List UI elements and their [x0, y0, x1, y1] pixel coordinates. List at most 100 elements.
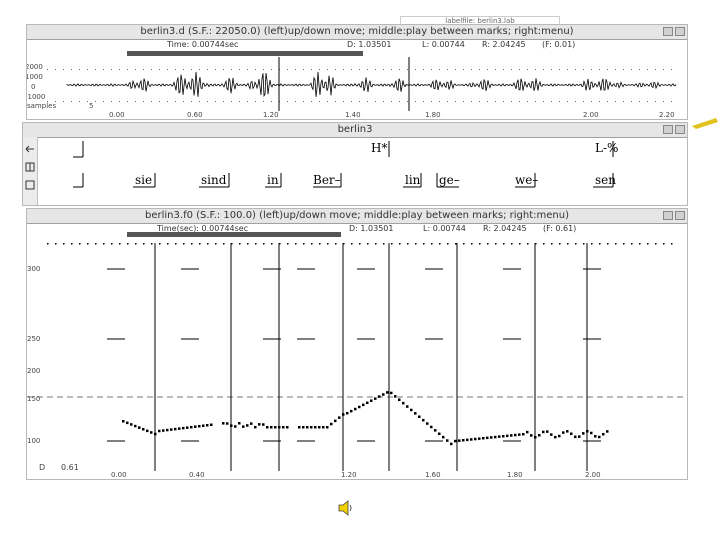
f0-point	[466, 438, 469, 442]
f0-grid-dot	[247, 243, 249, 245]
syllable-label[interactable]: Ber–	[313, 173, 341, 187]
waveform-grid-dot	[607, 101, 608, 102]
f0-point	[126, 421, 129, 425]
f0-point	[354, 407, 357, 411]
waveform-grid-dot	[295, 101, 296, 102]
f0-top-dots	[47, 243, 673, 245]
waveform-grid-dot	[135, 69, 136, 70]
f0-point	[598, 435, 601, 439]
waveform-grid-dot	[255, 101, 256, 102]
f0-point	[442, 435, 445, 439]
waveform-grid-dot	[407, 69, 408, 70]
waveform-grid-dot	[311, 69, 312, 70]
waveform-grid-dot	[471, 101, 472, 102]
f0-point	[458, 439, 461, 442]
tone-label[interactable]: H*	[371, 141, 387, 155]
f0-grid-dot	[79, 243, 81, 245]
f0-point	[486, 436, 489, 440]
waveform-window[interactable]: berlin3.d (S.F.: 22050.0) (left)up/down …	[26, 24, 688, 120]
f0-grid-dot	[583, 243, 585, 245]
f0-grid-dot	[191, 243, 193, 245]
waveform-grid-dot	[79, 101, 80, 102]
waveform-grid-dot	[231, 69, 232, 70]
f0-grid-dot	[447, 243, 449, 245]
f0-point	[522, 433, 525, 436]
waveform-grid-dot	[247, 69, 248, 70]
label-tiers[interactable]	[23, 123, 688, 206]
waveform-grid-dot	[639, 101, 640, 102]
waveform-grid-dot	[335, 101, 336, 102]
f0-point	[434, 429, 437, 432]
waveform-grid-dot	[55, 101, 56, 102]
f0-grid-dot	[439, 243, 441, 245]
f0-point	[350, 409, 353, 413]
f0-point	[170, 428, 173, 431]
f0-point	[250, 422, 253, 425]
f0-point	[230, 424, 233, 427]
f0-grid-dot	[407, 243, 409, 245]
f0-point	[426, 422, 429, 425]
waveform-grid-dot	[583, 69, 584, 70]
waveform-grid-dot	[647, 101, 648, 102]
waveform-grid-dot	[303, 101, 304, 102]
f0-point	[358, 405, 361, 409]
f0-point	[558, 434, 561, 438]
waveform-grid-dot	[47, 101, 48, 102]
f0-point	[142, 428, 145, 431]
waveform-grid-dot	[647, 69, 648, 70]
f0-point	[566, 430, 569, 433]
f0-point	[318, 426, 321, 429]
f0-point	[534, 435, 537, 439]
f0-grid-dot	[319, 243, 321, 245]
f0-point	[398, 398, 401, 401]
label-window[interactable]: berlin3 H* L-% sie sind in Ber– lin ge– …	[22, 122, 688, 206]
tone-label[interactable]: L-%	[595, 141, 618, 155]
waveform-grid-dot	[583, 101, 584, 102]
waveform-grid-dot	[503, 101, 504, 102]
f0-point	[430, 425, 433, 429]
syllable-label[interactable]: we–	[515, 173, 538, 187]
f0-point	[238, 422, 241, 425]
f0-grid-dot	[95, 243, 97, 245]
syllable-label[interactable]: ge–	[439, 173, 460, 187]
waveform-grid-dot	[199, 69, 200, 70]
f0-point	[510, 434, 513, 437]
syllable-label[interactable]: lin	[405, 173, 420, 187]
f0-window[interactable]: berlin3.f0 (S.F.: 100.0) (left)up/down m…	[26, 208, 688, 480]
waveform-grid-dot	[143, 101, 144, 102]
waveform-grid-dot	[151, 69, 152, 70]
f0-point	[242, 425, 245, 428]
x-tick: 2.00	[583, 111, 599, 119]
waveform-grid-dot	[671, 69, 672, 70]
waveform-grid-dot	[367, 101, 368, 102]
waveform-grid-dot	[359, 69, 360, 70]
waveform-grid-dot	[415, 101, 416, 102]
waveform-grid-dot	[631, 101, 632, 102]
f0-grid-dot	[391, 243, 393, 245]
syllable-label[interactable]: sind	[201, 173, 226, 187]
f0-grid-dot	[255, 243, 257, 245]
waveform-grid-dot	[335, 69, 336, 70]
waveform-plot[interactable]	[27, 25, 688, 120]
f0-point	[178, 427, 181, 430]
waveform-grid-dot	[551, 69, 552, 70]
syllable-label[interactable]: sie	[135, 173, 152, 187]
f0-grid-dot	[527, 243, 529, 245]
f0-point	[538, 433, 541, 437]
f0-point	[406, 405, 409, 408]
waveform-grid-dot	[559, 69, 560, 70]
waveform-grid-dot	[351, 69, 352, 70]
f0-point	[594, 435, 597, 438]
waveform-grid-dot	[463, 69, 464, 70]
waveform-grid-dot	[183, 101, 184, 102]
waveform-grid-dot	[175, 101, 176, 102]
waveform-grid-dot	[135, 101, 136, 102]
waveform-grid-dot	[391, 101, 392, 102]
syllable-label[interactable]: in	[267, 173, 279, 187]
f0-plot[interactable]	[27, 209, 688, 480]
waveform-grid-dot	[351, 101, 352, 102]
f0-grid-dot	[119, 243, 121, 245]
f0-grid-dot	[591, 243, 593, 245]
speaker-icon[interactable]	[336, 498, 356, 518]
syllable-label[interactable]: sen	[595, 173, 616, 187]
